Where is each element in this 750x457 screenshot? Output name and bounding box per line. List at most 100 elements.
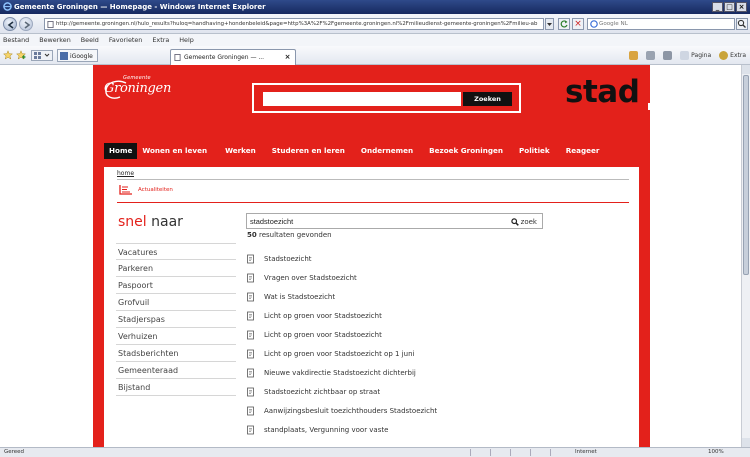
scroll-down-arrow[interactable] — [742, 438, 750, 447]
security-zone[interactable]: Internet — [575, 448, 597, 457]
quick-link-paspoort[interactable]: Paspoort — [116, 277, 236, 294]
nav-studeren-en-leren[interactable]: Studeren en leren — [267, 143, 350, 159]
address-bar: http://gemeente.groningen.nl/hulo_result… — [0, 14, 750, 34]
feeds-command[interactable] — [646, 50, 656, 61]
url-field[interactable]: http://gemeente.groningen.nl/hulo_result… — [44, 18, 544, 30]
quick-link-stadjerspas[interactable]: Stadjerspas — [116, 311, 236, 328]
extra-menu[interactable]: Extra — [719, 50, 746, 61]
nav-wonen-en-leven[interactable]: Wonen en leven — [137, 143, 212, 159]
quick-link-stadsberichten[interactable]: Stadsberichten — [116, 345, 236, 362]
page-menu[interactable]: Pagina — [680, 50, 711, 61]
page-icon — [174, 54, 181, 61]
vertical-scrollbar[interactable] — [741, 65, 750, 447]
result-title: Vragen over Stadstoezicht — [264, 273, 357, 282]
quick-link-gemeenteraad[interactable]: Gemeenteraad — [116, 362, 236, 379]
results-search-button[interactable]: zoek — [510, 215, 537, 228]
close-tab-icon[interactable]: × — [283, 53, 292, 62]
quick-link-parkeren[interactable]: Parkeren — [116, 260, 236, 277]
tab-gemeente-groningen[interactable]: Gemeente Groningen — ... × — [170, 49, 296, 65]
result-item[interactable]: Stadstoezicht — [246, 249, 636, 268]
scroll-up-arrow[interactable] — [742, 65, 750, 74]
gear-icon — [719, 51, 729, 60]
magnifier-icon — [737, 19, 746, 28]
browser-search-button[interactable] — [736, 18, 748, 30]
zoom-level[interactable]: 100% — [708, 448, 724, 457]
breadcrumb-home[interactable]: home — [117, 170, 134, 177]
browser-search-placeholder: Google NL — [599, 21, 628, 27]
nav-bezoek-groningen[interactable]: Bezoek Groningen — [424, 143, 508, 159]
result-item[interactable]: Wat is Stadstoezicht — [246, 287, 636, 306]
result-item[interactable]: Licht op groen voor Stadstoezicht op 1 j… — [246, 344, 636, 363]
result-item[interactable]: Stadstoezicht zichtbaar op straat — [246, 382, 636, 401]
document-icon — [247, 254, 254, 263]
site-search-button[interactable]: Zoeken — [463, 92, 512, 106]
minimize-button[interactable]: _ — [712, 2, 723, 12]
result-count-number: 50 — [247, 231, 257, 239]
result-title: Stadstoezicht — [264, 254, 312, 263]
menu-help[interactable]: Help — [179, 34, 194, 46]
site-logo[interactable]: Gemeente Groningen — [104, 75, 174, 101]
favorite-igoogle[interactable]: iGoogle — [57, 49, 98, 62]
nav-home[interactable]: Home — [104, 143, 138, 159]
stop-button[interactable]: × — [572, 18, 584, 30]
menu-extra[interactable]: Extra — [152, 34, 169, 46]
scrollbar-thumb[interactable] — [743, 75, 749, 275]
result-item[interactable]: standplaats, Vergunning voor vaste — [246, 420, 636, 439]
status-divider — [490, 449, 491, 456]
maximize-button[interactable]: □ — [724, 2, 735, 12]
result-item[interactable]: Nieuwe vakdirectie Stadstoezicht dichter… — [246, 363, 636, 382]
result-title: Wat is Stadstoezicht — [264, 292, 336, 301]
command-bar: Pagina Extra — [629, 50, 746, 61]
result-item[interactable]: Licht op groen voor Stadstoezicht — [246, 325, 636, 344]
actualiteiten-link[interactable]: Actualiteiten — [119, 184, 173, 195]
result-title: Licht op groen voor Stadstoezicht — [264, 330, 382, 339]
print-command[interactable] — [663, 50, 673, 61]
refresh-icon — [560, 20, 568, 28]
snel-word: snel — [118, 214, 147, 230]
home-command[interactable] — [629, 50, 639, 61]
favorites-star-icon[interactable] — [3, 50, 13, 60]
actualiteiten-label: Actualiteiten — [138, 186, 173, 193]
result-item[interactable]: Licht op groen voor Stadstoezicht — [246, 306, 636, 325]
add-favorite-icon[interactable] — [16, 50, 26, 60]
site-search-input[interactable] — [263, 92, 461, 106]
rss-icon — [646, 51, 656, 60]
result-title: Stadstoezicht zichtbaar op straat — [264, 387, 381, 396]
forward-button[interactable] — [19, 17, 33, 31]
extra-menu-label: Extra — [730, 52, 746, 59]
nav-ondernemen[interactable]: Ondernemen — [356, 143, 418, 159]
result-title: Nieuwe vakdirectie Stadstoezicht dichter… — [264, 368, 416, 377]
quick-tabs-button[interactable] — [31, 50, 53, 61]
back-button[interactable] — [3, 17, 17, 31]
nav-werken[interactable]: Werken — [220, 143, 261, 159]
snel-naar-heading: snel naar — [118, 214, 183, 230]
nav-politiek[interactable]: Politiek — [514, 143, 555, 159]
menu-bestand[interactable]: Bestand — [3, 34, 29, 46]
result-title: Licht op groen voor Stadstoezicht — [264, 311, 382, 320]
browser-search-input[interactable]: Google NL — [587, 18, 735, 30]
actualiteiten-icon — [119, 185, 132, 195]
main-navigation: Home Wonen en leven Werken Studeren en l… — [104, 143, 604, 159]
refresh-button[interactable] — [558, 18, 570, 30]
quick-link-vacatures[interactable]: Vacatures — [116, 243, 236, 260]
result-item[interactable]: Vragen over Stadstoezicht — [246, 268, 636, 287]
quick-link-grofvuil[interactable]: Grofvuil — [116, 294, 236, 311]
quick-link-bijstand[interactable]: Bijstand — [116, 379, 236, 396]
status-divider — [530, 449, 531, 456]
status-divider — [550, 449, 551, 456]
close-window-button[interactable]: × — [736, 2, 747, 12]
nav-reageer[interactable]: Reageer — [561, 143, 605, 159]
url-dropdown-button[interactable] — [545, 18, 554, 30]
results-search-input[interactable] — [250, 216, 450, 227]
chevron-down-icon — [547, 23, 552, 26]
results-search-box: zoek — [246, 213, 543, 229]
red-frame-left — [93, 167, 104, 457]
tab-label: Gemeente Groningen — ... — [184, 54, 265, 61]
favorites-bar: iGoogle Gemeente Groningen — ... × Pagin… — [0, 46, 750, 65]
menu-bewerken[interactable]: Bewerken — [39, 34, 71, 46]
result-item[interactable]: Aanwijzingsbesluit toezichthouders Stads… — [246, 401, 636, 420]
menu-favorieten[interactable]: Favorieten — [109, 34, 143, 46]
quick-link-verhuizen[interactable]: Verhuizen — [116, 328, 236, 345]
status-divider — [510, 449, 511, 456]
menu-beeld[interactable]: Beeld — [81, 34, 99, 46]
